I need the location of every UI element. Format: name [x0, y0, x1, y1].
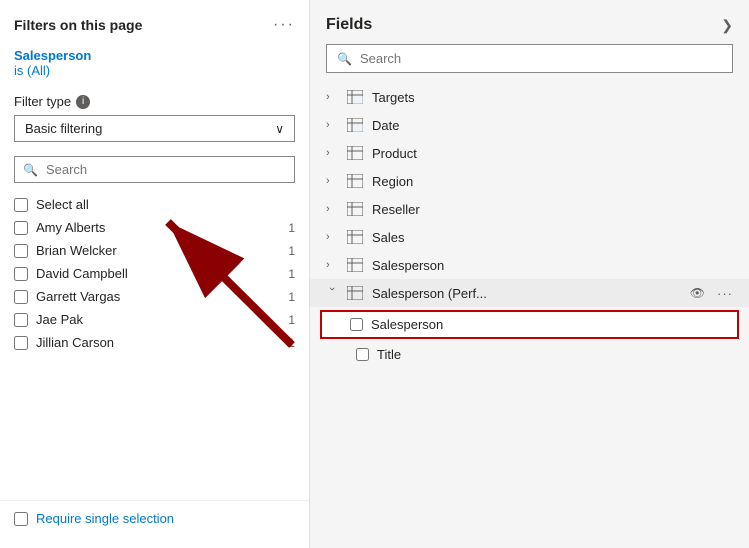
search-icon: 🔍: [337, 52, 352, 66]
more-options-button[interactable]: ···: [273, 16, 295, 34]
chevron-right-icon: ›: [326, 175, 338, 187]
list-item[interactable]: Jillian Carson 1: [14, 331, 295, 354]
list-item[interactable]: Garrett Vargas 1: [14, 285, 295, 308]
list-item[interactable]: Brian Welcker 1: [14, 239, 295, 262]
fields-search-box[interactable]: 🔍: [326, 44, 733, 73]
chevron-right-icon: ›: [326, 119, 338, 131]
garrett-vargas-checkbox[interactable]: [14, 290, 28, 304]
filter-type-section: Filter type i Basic filtering ∨: [0, 88, 309, 150]
filter-field-name: Salesperson: [14, 48, 295, 63]
search-box[interactable]: 🔍: [14, 156, 295, 183]
list-item[interactable]: Amy Alberts 1: [14, 216, 295, 239]
chevron-down-icon: ›: [326, 287, 338, 299]
amy-alberts-checkbox[interactable]: [14, 221, 28, 235]
list-item[interactable]: Jae Pak 1: [14, 308, 295, 331]
jillian-carson-count: 1: [288, 336, 295, 350]
sub-item-salesperson-highlighted[interactable]: Salesperson: [320, 310, 739, 339]
table-icon: [346, 173, 364, 189]
fields-panel: Fields ❯ 🔍 › Targets › Date ›: [310, 0, 749, 548]
jae-pak-checkbox[interactable]: [14, 313, 28, 327]
field-date-label: Date: [372, 118, 733, 133]
table-icon: [346, 229, 364, 245]
field-item-region[interactable]: › Region: [310, 167, 749, 195]
filter-info: Salesperson is (All): [0, 44, 309, 88]
panel-header: Filters on this page ···: [0, 12, 309, 44]
checkbox-list: Select all Amy Alberts 1 Brian Welcker 1…: [0, 189, 309, 496]
table-calc-icon: [346, 89, 364, 105]
chevron-down-icon: ∨: [275, 122, 284, 136]
david-campbell-count: 1: [288, 267, 295, 281]
filter-type-selected: Basic filtering: [25, 121, 102, 136]
filter-type-dropdown[interactable]: Basic filtering ∨: [14, 115, 295, 142]
sub-item-title[interactable]: Title: [310, 342, 749, 367]
filter-field-value: is (All): [14, 63, 295, 78]
search-input[interactable]: [46, 162, 286, 177]
field-reseller-label: Reseller: [372, 202, 733, 217]
field-item-salesperson[interactable]: › Salesperson: [310, 251, 749, 279]
filter-type-label: Filter type i: [14, 94, 295, 109]
search-icon: 🔍: [23, 163, 38, 177]
title-sub-label: Title: [377, 347, 401, 362]
more-options-icon[interactable]: ···: [717, 286, 733, 301]
chevron-right-icon: ›: [326, 203, 338, 215]
jillian-carson-label: Jillian Carson: [36, 335, 280, 350]
require-selection-checkbox[interactable]: [14, 512, 28, 526]
filters-panel: Filters on this page ··· Salesperson is …: [0, 0, 310, 548]
table-calc-icon: [346, 117, 364, 133]
table-icon: [346, 145, 364, 161]
list-item[interactable]: Select all: [14, 193, 295, 216]
garrett-vargas-count: 1: [288, 290, 295, 304]
table-icon: [346, 201, 364, 217]
fields-header: Fields ❯: [310, 0, 749, 44]
field-salesperson-label: Salesperson: [372, 258, 733, 273]
panel-title: Filters on this page: [14, 17, 142, 33]
chevron-right-icon: ›: [326, 91, 338, 103]
david-campbell-checkbox[interactable]: [14, 267, 28, 281]
field-region-label: Region: [372, 174, 733, 189]
field-item-targets[interactable]: › Targets: [310, 83, 749, 111]
jae-pak-label: Jae Pak: [36, 312, 280, 327]
chevron-right-icon: ›: [326, 147, 338, 159]
fields-search-input[interactable]: [360, 51, 722, 66]
field-item-sales[interactable]: › Sales: [310, 223, 749, 251]
amy-alberts-label: Amy Alberts: [36, 220, 280, 235]
brian-welcker-count: 1: [288, 244, 295, 258]
field-item-date[interactable]: › Date: [310, 111, 749, 139]
field-item-product[interactable]: › Product: [310, 139, 749, 167]
chevron-right-icon: ›: [326, 231, 338, 243]
jillian-carson-checkbox[interactable]: [14, 336, 28, 350]
amy-alberts-count: 1: [288, 221, 295, 235]
field-sales-label: Sales: [372, 230, 733, 245]
david-campbell-label: David Campbell: [36, 266, 280, 281]
brian-welcker-checkbox[interactable]: [14, 244, 28, 258]
eye-icon: 👁: [690, 286, 705, 300]
chevron-right-icon: ›: [326, 259, 338, 271]
field-item-reseller[interactable]: › Reseller: [310, 195, 749, 223]
field-list: › Targets › Date › Product ›: [310, 83, 749, 548]
salesperson-sub-checkbox[interactable]: [350, 318, 363, 331]
field-item-salesperson-perf[interactable]: › Salesperson (Perf... 👁 ···: [310, 279, 749, 307]
field-salesperson-perf-label: Salesperson (Perf...: [372, 286, 682, 301]
title-sub-checkbox[interactable]: [356, 348, 369, 361]
field-product-label: Product: [372, 146, 733, 161]
table-icon: [346, 285, 364, 301]
require-selection-label: Require single selection: [36, 511, 174, 526]
brian-welcker-label: Brian Welcker: [36, 243, 280, 258]
select-all-label: Select all: [36, 197, 295, 212]
jae-pak-count: 1: [288, 313, 295, 327]
require-selection-row[interactable]: Require single selection: [0, 500, 309, 536]
info-icon[interactable]: i: [76, 95, 90, 109]
table-icon: [346, 257, 364, 273]
salesperson-sub-label: Salesperson: [371, 317, 443, 332]
list-item[interactable]: David Campbell 1: [14, 262, 295, 285]
garrett-vargas-label: Garrett Vargas: [36, 289, 280, 304]
fields-title: Fields: [326, 16, 372, 34]
select-all-checkbox[interactable]: [14, 198, 28, 212]
expand-icon[interactable]: ❯: [721, 17, 733, 34]
filter-type-text: Filter type: [14, 94, 71, 109]
field-targets-label: Targets: [372, 90, 733, 105]
